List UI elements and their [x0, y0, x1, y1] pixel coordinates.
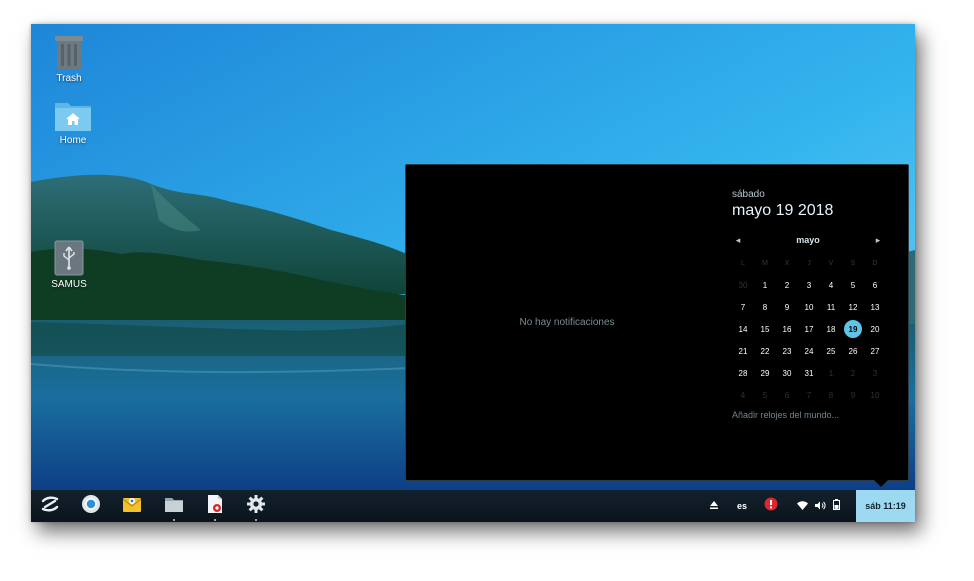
- calendar-day[interactable]: 28: [732, 362, 754, 384]
- home-folder-icon: [54, 100, 92, 132]
- calendar-day[interactable]: 30: [732, 274, 754, 296]
- notification-calendar-panel: No hay notificaciones sábado mayo 19 201…: [405, 164, 909, 487]
- calendar-day[interactable]: 25: [820, 340, 842, 362]
- desktop-screen: Trash Home SAMUS No hay notificaciones s…: [31, 24, 915, 522]
- calendar-day[interactable]: 16: [776, 318, 798, 340]
- running-indicator: [255, 519, 257, 521]
- calendar-day[interactable]: 27: [864, 340, 886, 362]
- calendar-day-number: 19: [844, 320, 862, 338]
- calendar-day[interactable]: 1: [820, 362, 842, 384]
- calendar-day[interactable]: 8: [820, 384, 842, 406]
- launcher-button[interactable]: [39, 495, 61, 517]
- calendar-day[interactable]: 10: [864, 384, 886, 406]
- calendar-full-date: mayo 19 2018: [732, 202, 834, 219]
- calendar-day[interactable]: 31: [798, 362, 820, 384]
- tray-language[interactable]: es: [737, 490, 747, 522]
- language-indicator: es: [737, 501, 748, 511]
- calendar-weekday-header: D: [872, 259, 878, 267]
- tray-status-area[interactable]: [797, 490, 840, 522]
- calendar-day[interactable]: 22: [754, 340, 776, 362]
- calendar-day[interactable]: 26: [842, 340, 864, 362]
- calendar-day[interactable]: 24: [798, 340, 820, 362]
- calendar-day[interactable]: 7: [798, 384, 820, 406]
- shelf-app-chrome[interactable]: [80, 494, 102, 519]
- calendar-weekday-header: J: [807, 259, 811, 267]
- calendar-weekday-header: X: [784, 259, 790, 267]
- chevron-left-icon[interactable]: ◂: [732, 235, 744, 246]
- calendar-day[interactable]: 29: [754, 362, 776, 384]
- calendar-day[interactable]: 10: [798, 296, 820, 318]
- calendar-weekday-header: V: [828, 259, 834, 267]
- shelf-app-document-viewer[interactable]: [204, 494, 226, 521]
- calendar-day[interactable]: 3: [798, 274, 820, 296]
- panel-pointer: [874, 480, 888, 487]
- calendar-day[interactable]: 6: [864, 274, 886, 296]
- eject-icon: [709, 497, 719, 515]
- calendar-month-bar: ◂ mayo ▸: [732, 232, 884, 248]
- desktop-icon-label: Trash: [56, 73, 82, 84]
- tray-alert[interactable]: [764, 490, 778, 522]
- desktop-icon-label: SAMUS: [51, 279, 87, 290]
- alert-icon: [764, 497, 778, 516]
- shelf: es sáb 11:19: [31, 490, 915, 522]
- calendar-day[interactable]: 17: [798, 318, 820, 340]
- calendar-day[interactable]: 5: [754, 384, 776, 406]
- launcher-icon: [41, 495, 59, 517]
- running-indicator: [214, 519, 216, 521]
- calendar-day[interactable]: 15: [754, 318, 776, 340]
- calendar-day[interactable]: 5: [842, 274, 864, 296]
- calendar-weekday-header: M: [762, 259, 768, 267]
- calendar-weekday-header: L: [741, 259, 745, 267]
- add-world-clocks-link[interactable]: Añadir relojes del mundo...: [732, 410, 884, 420]
- calendar-day[interactable]: 4: [820, 274, 842, 296]
- calendar-day[interactable]: 20: [864, 318, 886, 340]
- calendar-day[interactable]: 1: [754, 274, 776, 296]
- email-app-icon: [122, 495, 142, 518]
- tray-eject[interactable]: [709, 490, 719, 522]
- empty-notifications-text: No hay notificaciones: [519, 317, 615, 328]
- calendar-day[interactable]: 23: [776, 340, 798, 362]
- calendar-day[interactable]: 14: [732, 318, 754, 340]
- calendar-day[interactable]: 3: [864, 362, 886, 384]
- shelf-app-settings[interactable]: [245, 494, 267, 521]
- calendar-day[interactable]: 18: [820, 318, 842, 340]
- calendar-day[interactable]: 12: [842, 296, 864, 318]
- calendar-weekday-header: S: [850, 259, 856, 267]
- desktop-icon-trash[interactable]: Trash: [31, 34, 109, 84]
- usb-drive-icon: [54, 240, 84, 276]
- system-clock[interactable]: sáb 11:19: [856, 490, 915, 522]
- calendar-day[interactable]: 21: [732, 340, 754, 362]
- calendar-day[interactable]: 7: [732, 296, 754, 318]
- calendar-day[interactable]: 30: [776, 362, 798, 384]
- calendar-widget: sábado mayo 19 2018 ◂ mayo ▸ L M X J V S D 30 1 2…: [732, 189, 884, 420]
- chevron-right-icon[interactable]: ▸: [872, 235, 884, 246]
- calendar-day[interactable]: 11: [820, 296, 842, 318]
- battery-icon: [833, 497, 840, 515]
- calendar-day[interactable]: 8: [754, 296, 776, 318]
- calendar-grid: L M X J V S D 30 1 2 3 4 5 6 7 8 9 10 11 12 13 14 15 16 17 18 19 20…: [732, 252, 884, 406]
- wifi-icon: [797, 497, 808, 515]
- calendar-day[interactable]: 9: [776, 296, 798, 318]
- trash-icon: [53, 34, 85, 70]
- shelf-app-email[interactable]: [121, 495, 143, 517]
- calendar-day[interactable]: 4: [732, 384, 754, 406]
- volume-icon: [815, 497, 826, 515]
- calendar-day[interactable]: 13: [864, 296, 886, 318]
- calendar-day[interactable]: 2: [776, 274, 798, 296]
- settings-icon: [246, 494, 266, 519]
- chrome-icon: [81, 494, 101, 519]
- calendar-day-today[interactable]: 19: [842, 318, 864, 340]
- files-icon: [164, 495, 184, 518]
- calendar-month-label: mayo: [796, 235, 820, 245]
- document-viewer-icon: [206, 494, 224, 519]
- desktop-icon-samus[interactable]: SAMUS: [31, 240, 109, 290]
- shelf-app-files[interactable]: [163, 495, 185, 521]
- calendar-day[interactable]: 2: [842, 362, 864, 384]
- desktop-icon-home[interactable]: Home: [33, 100, 113, 146]
- desktop-icon-label: Home: [59, 135, 87, 146]
- calendar-day[interactable]: 6: [776, 384, 798, 406]
- calendar-day[interactable]: 9: [842, 384, 864, 406]
- running-indicator: [173, 519, 175, 521]
- calendar-day-name: sábado: [732, 189, 765, 200]
